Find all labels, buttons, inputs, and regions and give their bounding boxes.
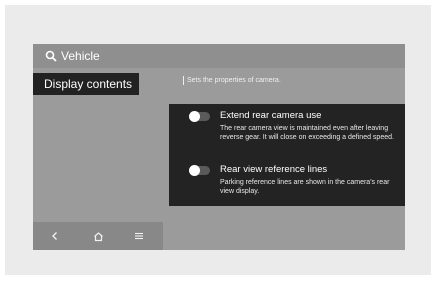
extend-rear-camera-toggle[interactable] xyxy=(189,111,210,122)
setting-title: Extend rear camera use xyxy=(220,110,322,121)
setting-description: The rear camera view is maintained even … xyxy=(220,125,394,141)
settings-panel: Extend rear camera use The rear camera v… xyxy=(169,104,405,206)
search-icon[interactable] xyxy=(45,50,57,62)
rear-view-lines-toggle[interactable] xyxy=(189,165,210,176)
top-bar: Vehicle xyxy=(33,44,405,68)
hint-marker xyxy=(183,76,184,85)
setting-description: Parking reference lines are shown in the… xyxy=(220,179,390,195)
infotainment-screen: Vehicle Display contents Sets the proper… xyxy=(33,44,405,250)
bottom-nav xyxy=(33,222,163,250)
page-title: Vehicle xyxy=(61,49,100,63)
menu-icon xyxy=(135,232,143,240)
back-button[interactable] xyxy=(41,222,69,250)
home-button[interactable] xyxy=(84,222,112,250)
toggle-knob xyxy=(189,165,200,176)
setting-title: Rear view reference lines xyxy=(220,164,328,175)
toggle-knob xyxy=(189,111,200,122)
settings-hint: Sets the properties of camera. xyxy=(187,77,281,84)
home-icon xyxy=(93,231,103,241)
menu-button[interactable] xyxy=(125,222,153,250)
chevron-left-icon xyxy=(52,232,57,240)
sidebar-item-display-contents[interactable]: Display contents xyxy=(33,73,139,95)
